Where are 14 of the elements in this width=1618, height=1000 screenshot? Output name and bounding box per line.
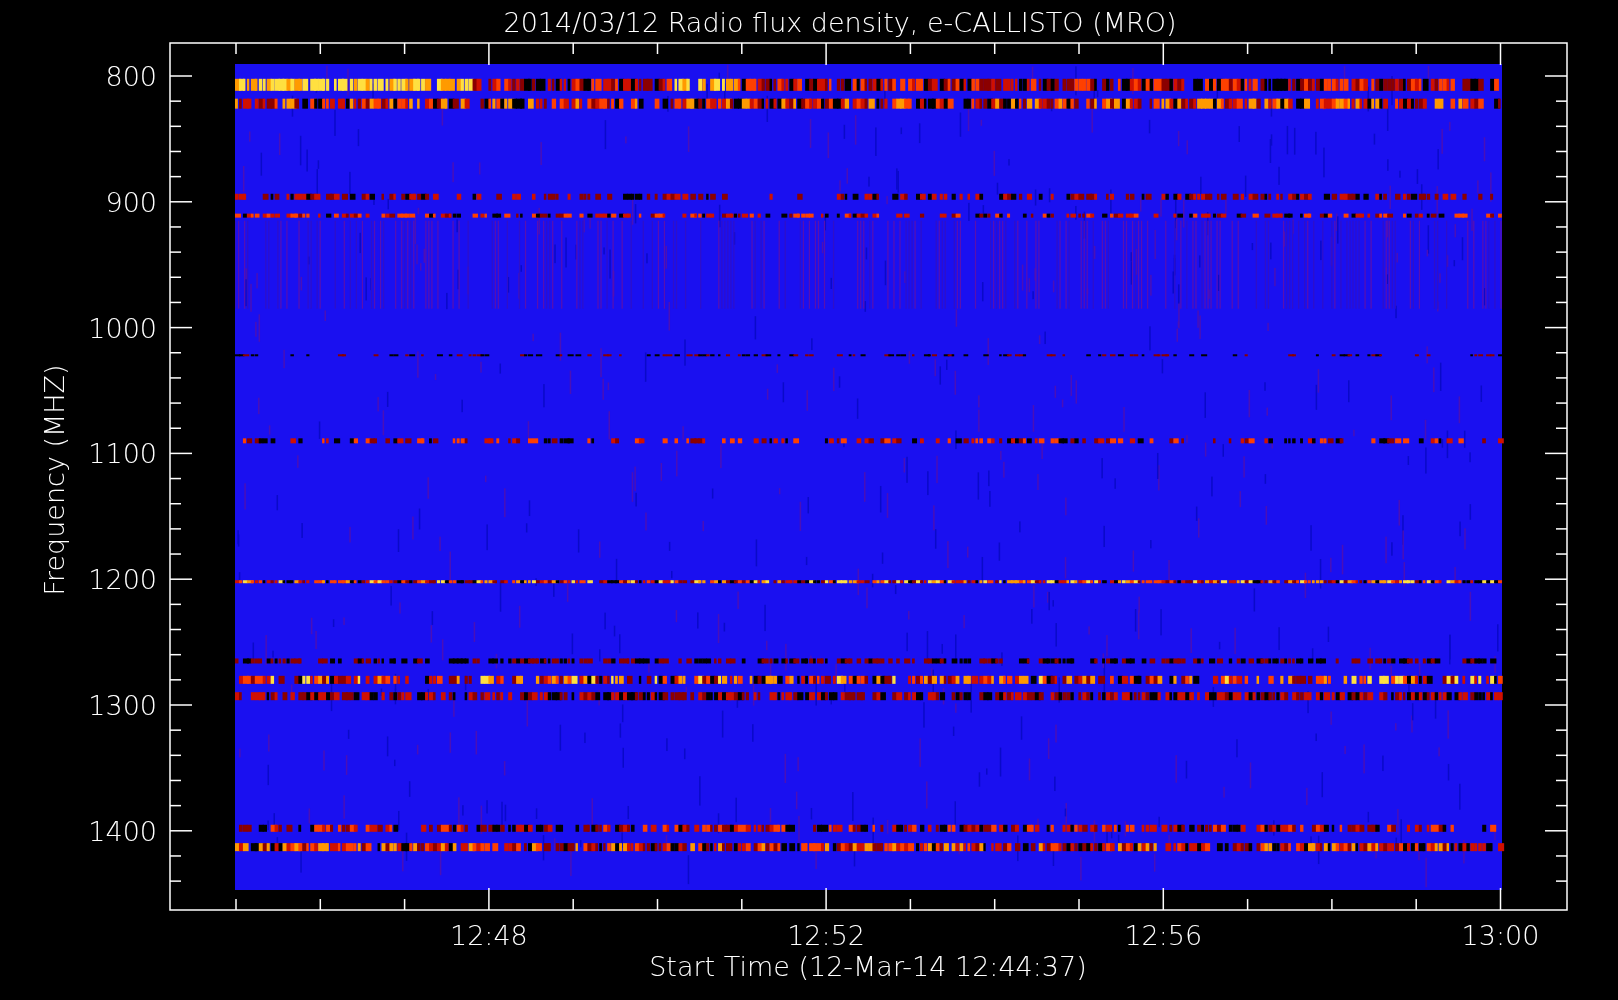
x-tick-label: 13:00 — [1461, 920, 1540, 951]
plot-title: 2014/03/12 Radio flux density, e-CALLISTO (MRO) — [503, 7, 1177, 38]
x-tick-label: 12:48 — [450, 920, 528, 951]
x-axis-label: Start Time (12-Mar-14 12:44:37) — [649, 951, 1087, 982]
y-tick-label: 800 — [105, 61, 157, 92]
y-tick-label: 1200 — [88, 564, 157, 596]
y-tick-label: 1100 — [88, 438, 157, 470]
y-tick-label: 1000 — [88, 312, 157, 344]
y-tick-label: 900 — [105, 186, 157, 218]
x-tick-label: 12:56 — [1124, 920, 1203, 951]
y-tick-label: 1300 — [88, 690, 157, 721]
x-tick-label: 12:52 — [787, 920, 865, 951]
y-tick-label: 1400 — [88, 815, 157, 847]
y-axis-label: Frequency (MHZ) — [39, 364, 70, 596]
